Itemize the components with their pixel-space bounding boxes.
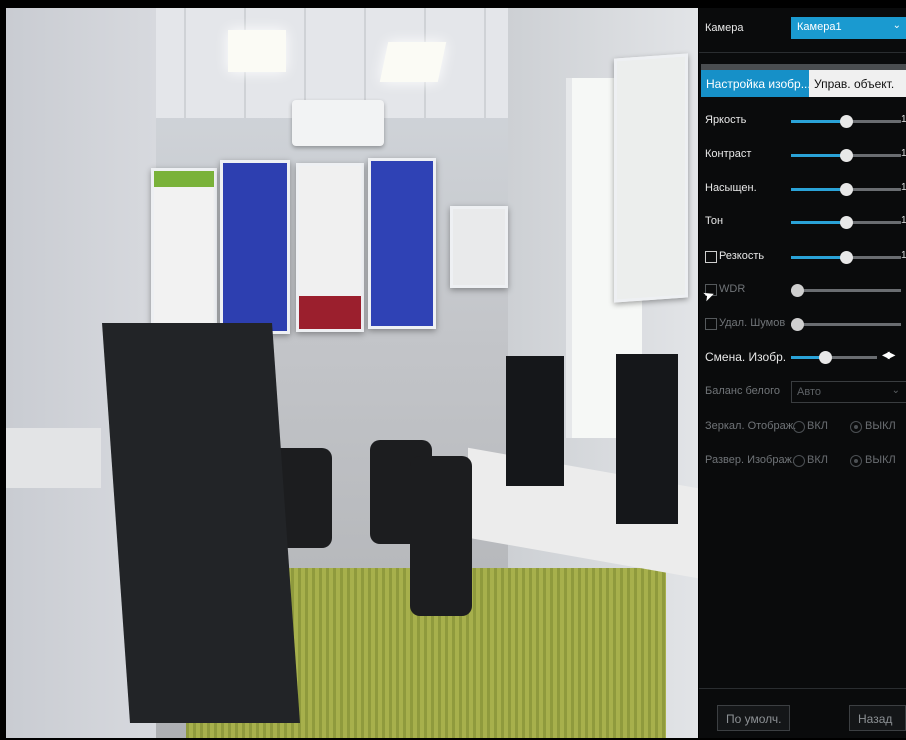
slider-fill [791, 188, 846, 191]
slider-value: 1 [901, 250, 906, 261]
wall-poster [151, 168, 217, 334]
ceiling-lamp [379, 42, 447, 82]
slider-value: 1 [901, 182, 906, 193]
white-balance-select[interactable]: Авто ⌄ [791, 381, 906, 403]
separator [699, 688, 906, 689]
slider-knob[interactable] [840, 183, 853, 196]
white-balance-row: Баланс белого Авто ⌄ [699, 381, 906, 403]
air-conditioner [292, 100, 384, 146]
slider-value: 1 [901, 114, 906, 125]
tab-lens-control[interactable]: Управ. объект. [809, 70, 906, 97]
white-balance-value: Авто [797, 386, 821, 398]
slider-fill [791, 154, 846, 157]
slider-label: Насыщен. [705, 182, 757, 194]
slider-row: Насыщен. 1 [699, 178, 906, 200]
slider[interactable] [790, 279, 901, 301]
office-chair [410, 456, 472, 616]
slider-fill [791, 256, 846, 259]
camera-live-view [6, 8, 698, 738]
mirror-off-label: ВЫКЛ [865, 420, 896, 432]
slider-row: Смена. Изобр. ◀▶ [699, 346, 906, 368]
camera-label: Камера [705, 22, 744, 34]
chevron-down-icon: ⌄ [892, 20, 901, 31]
slider[interactable]: 1 [791, 211, 906, 233]
ceiling-lamp [228, 30, 286, 72]
slider-knob[interactable] [840, 251, 853, 264]
wall-picture [450, 206, 508, 288]
slider[interactable]: 1 [791, 246, 906, 268]
slider-knob[interactable] [790, 318, 804, 331]
slider-knob[interactable] [840, 216, 853, 229]
slider-fill [791, 221, 846, 224]
slider-label: WDR [719, 283, 746, 295]
slider-row: Тон 1 [699, 211, 906, 233]
slider[interactable]: 1 [791, 144, 906, 166]
mirror-on-radio[interactable] [793, 421, 805, 433]
slider-label: Смена. Изобр. [705, 350, 787, 364]
slider-row: Контраст 1 [699, 144, 906, 166]
wall-poster [614, 53, 688, 303]
wall-poster [220, 160, 290, 334]
slider-fill [791, 120, 846, 123]
separator [699, 52, 906, 53]
slider-label: Резкость [719, 250, 765, 262]
printer [6, 428, 101, 488]
mirror-label: Зеркал. Отображ. [705, 420, 797, 432]
tab-image-settings[interactable]: Настройка изобр... [701, 70, 809, 97]
slider-value: 1 [901, 215, 906, 226]
slider[interactable] [790, 313, 901, 335]
slider-label: Яркость [705, 114, 747, 126]
slider[interactable]: 1 [791, 178, 906, 200]
mirror-on-label: ВКЛ [807, 420, 828, 432]
back-button[interactable]: Назад [849, 705, 906, 731]
left-right-arrows-icon[interactable]: ◀▶ [882, 350, 895, 361]
slider-knob[interactable] [840, 149, 853, 162]
foreground-monitor [102, 323, 300, 723]
slider-label: Тон [705, 215, 724, 227]
slider-knob[interactable] [840, 115, 853, 128]
slider-knob[interactable] [790, 284, 804, 297]
enable-checkbox[interactable] [705, 318, 717, 330]
default-button[interactable]: По умолч. [717, 705, 791, 731]
flip-row: Развер. Изображ. ВКЛ ВЫКЛ [699, 450, 906, 472]
slider-row: Яркость 1 [699, 110, 906, 132]
white-balance-label: Баланс белого [705, 385, 780, 397]
slider-track [791, 323, 901, 326]
slider[interactable]: 1 [791, 110, 906, 132]
flip-on-radio[interactable] [793, 455, 805, 467]
flip-label: Развер. Изображ. [705, 454, 795, 466]
slider-row: Удал. Шумов [699, 313, 906, 335]
monitor [616, 354, 678, 524]
slider[interactable] [791, 346, 877, 368]
camera-select-value: Камера1 [797, 21, 842, 33]
chevron-down-icon: ⌄ [891, 385, 900, 396]
wall-poster [296, 163, 364, 332]
slider-row: WDR [699, 279, 906, 301]
flip-off-radio[interactable] [850, 455, 862, 467]
flip-on-label: ВКЛ [807, 454, 828, 466]
slider-value: 1 [901, 148, 906, 159]
mirror-off-radio[interactable] [850, 421, 862, 433]
slider-label: Контраст [705, 148, 752, 160]
flip-off-label: ВЫКЛ [865, 454, 896, 466]
slider-row: Резкость 1 [699, 246, 906, 268]
image-settings-panel: Камера Камера1 ⌄ Настройка изобр... Упра… [699, 8, 906, 738]
slider-knob[interactable] [819, 351, 833, 364]
wall-poster [368, 158, 436, 329]
slider-track [791, 289, 901, 292]
camera-select[interactable]: Камера1 ⌄ [791, 17, 906, 39]
mirror-row: Зеркал. Отображ. ВКЛ ВЫКЛ [699, 416, 906, 438]
slider-label: Удал. Шумов [719, 317, 786, 329]
monitor [506, 356, 564, 486]
enable-checkbox[interactable] [705, 251, 717, 263]
